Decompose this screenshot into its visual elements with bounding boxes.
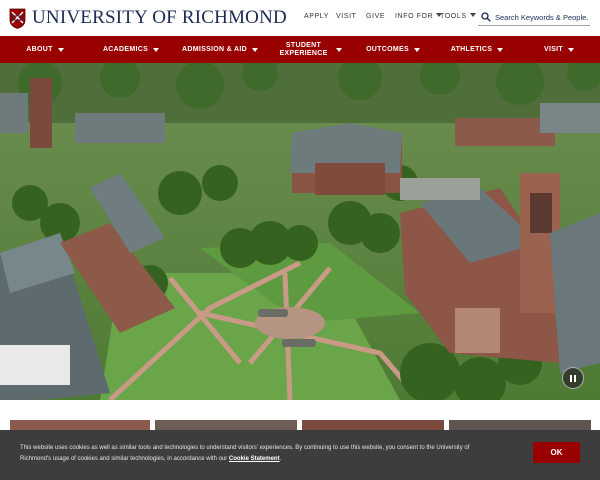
nav-admission-aid[interactable]: ADMISSION & AID xyxy=(172,36,268,63)
pause-button[interactable] xyxy=(562,367,584,389)
tools-label: TOOLS xyxy=(440,13,467,20)
nav-student-experience[interactable]: STUDENT EXPERIENCE xyxy=(268,36,350,63)
cookie-banner: This website uses cookies as well as sim… xyxy=(0,430,600,480)
visit-link[interactable]: VISIT xyxy=(336,13,357,20)
cookie-text: This website uses cookies as well as sim… xyxy=(20,443,500,465)
cookie-statement-link[interactable]: Cookie Statement xyxy=(229,456,280,462)
chevron-down-icon xyxy=(497,47,504,52)
hero-image xyxy=(0,63,600,400)
search-box[interactable] xyxy=(478,9,590,26)
chevron-down-icon xyxy=(469,13,476,17)
info-for-menu[interactable]: INFO FOR xyxy=(395,13,443,20)
info-for-label: INFO FOR xyxy=(395,13,434,20)
chevron-down-icon xyxy=(335,47,342,52)
tools-menu[interactable]: TOOLS xyxy=(440,13,476,20)
pause-icon-bar xyxy=(570,374,572,382)
cookie-period: . xyxy=(279,456,282,462)
ok-button[interactable]: OK xyxy=(533,442,580,463)
nav-athletics-label: ATHLETICS xyxy=(450,45,493,53)
main-nav: ABOUT ACADEMICS ADMISSION & AID STUDENT … xyxy=(0,36,600,63)
pause-icon-bar xyxy=(574,374,576,382)
nav-athletics[interactable]: ATHLETICS xyxy=(436,36,518,63)
give-link[interactable]: GIVE xyxy=(366,13,385,20)
nav-admission-aid-label: ADMISSION & AID xyxy=(182,45,247,53)
chevron-down-icon xyxy=(568,47,574,52)
nav-student-experience-label: STUDENT EXPERIENCE xyxy=(279,42,328,57)
nav-outcomes[interactable]: OUTCOMES xyxy=(350,36,436,63)
chevron-down-icon xyxy=(153,47,160,52)
nav-outcomes-label: OUTCOMES xyxy=(366,45,409,53)
logo-wordmark: UNIVERSITY OF RICHMOND xyxy=(32,7,287,28)
nav-visit-label: VISIT xyxy=(543,45,563,53)
campus-aerial-photo xyxy=(0,63,600,400)
apply-link[interactable]: APPLY xyxy=(304,13,329,20)
search-input[interactable] xyxy=(495,12,589,22)
nav-academics[interactable]: ACADEMICS xyxy=(90,36,172,63)
chevron-down-icon xyxy=(57,47,64,52)
nav-visit[interactable]: VISIT xyxy=(518,36,600,63)
site-logo[interactable]: UNIVERSITY OF RICHMOND xyxy=(9,7,287,29)
site-header: UNIVERSITY OF RICHMOND APPLY VISIT GIVE … xyxy=(0,0,600,36)
nav-about-label: ABOUT xyxy=(26,45,53,53)
nav-about[interactable]: ABOUT xyxy=(0,36,90,63)
chevron-down-icon xyxy=(251,47,258,52)
search-icon xyxy=(481,12,491,22)
crest-icon xyxy=(9,8,26,29)
nav-academics-label: ACADEMICS xyxy=(102,45,149,53)
chevron-down-icon xyxy=(413,47,420,52)
